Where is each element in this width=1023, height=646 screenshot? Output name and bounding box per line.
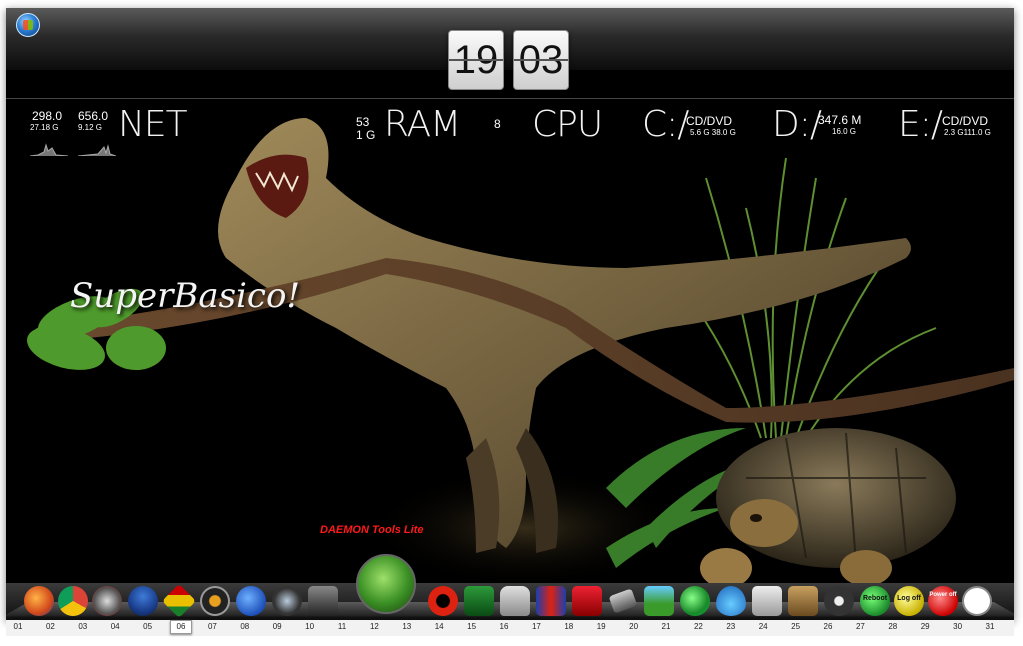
drive-c-info: 5.6 G 38.0 G bbox=[690, 128, 736, 137]
dock-number-16[interactable]: 16 bbox=[494, 622, 514, 631]
net-label: NET bbox=[118, 104, 188, 145]
dock-number-01[interactable]: 01 bbox=[8, 622, 28, 631]
net-up-total: 27.18 G bbox=[30, 123, 59, 132]
ram-label: RAM bbox=[384, 104, 461, 145]
speaker-icon[interactable] bbox=[200, 586, 230, 616]
drive-d-label: D:/ bbox=[772, 104, 822, 145]
net-down-rate: 656.0 bbox=[78, 109, 109, 123]
drive-d-info: 16.0 G bbox=[832, 127, 857, 136]
dock-number-31[interactable]: 31 bbox=[980, 622, 1000, 631]
media-icon[interactable] bbox=[92, 586, 122, 616]
net-up-rate: 298.0 bbox=[32, 109, 63, 123]
net-up-sparkline bbox=[30, 143, 68, 156]
dock-number-02[interactable]: 02 bbox=[40, 622, 60, 631]
camera-icon[interactable] bbox=[308, 586, 338, 616]
logoff-icon[interactable]: Log off bbox=[894, 586, 924, 616]
drive-e-type: CD/DVD bbox=[942, 114, 989, 128]
dock-number-10[interactable]: 10 bbox=[300, 622, 320, 631]
dock-number-07[interactable]: 07 bbox=[202, 622, 222, 631]
reboot-label: Reboot bbox=[862, 595, 888, 602]
store-icon[interactable] bbox=[572, 586, 602, 616]
reboot-icon[interactable]: Reboot bbox=[860, 586, 890, 616]
drive-c-type: CD/DVD bbox=[686, 114, 733, 128]
dock-number-11[interactable]: 11 bbox=[332, 622, 352, 631]
dock-number-29[interactable]: 29 bbox=[915, 622, 935, 631]
dock-number-08[interactable]: 08 bbox=[235, 622, 255, 631]
dock-number-12[interactable]: 12 bbox=[364, 622, 384, 631]
dock-number-21[interactable]: 21 bbox=[656, 622, 676, 631]
dock-number-19[interactable]: 19 bbox=[591, 622, 611, 631]
dock-number-30[interactable]: 30 bbox=[948, 622, 968, 631]
cube-icon[interactable] bbox=[162, 584, 196, 618]
messenger-icon[interactable] bbox=[128, 586, 158, 616]
lock-icon[interactable] bbox=[500, 586, 530, 616]
net-down-total: 9.12 G bbox=[78, 123, 103, 132]
dock-number-17[interactable]: 17 bbox=[526, 622, 546, 631]
dock-icons: Reboot Log off Power off bbox=[24, 554, 1014, 620]
dock-number-25[interactable]: 25 bbox=[786, 622, 806, 631]
network-icon[interactable] bbox=[464, 586, 494, 616]
chrome-icon[interactable] bbox=[58, 586, 88, 616]
dock-number-26[interactable]: 26 bbox=[818, 622, 838, 631]
dock-number-24[interactable]: 24 bbox=[753, 622, 773, 631]
phone-icon[interactable] bbox=[608, 588, 638, 614]
dock-number-15[interactable]: 15 bbox=[462, 622, 482, 631]
ram-total: 1 G bbox=[356, 128, 376, 142]
net-down-sparkline bbox=[78, 144, 116, 156]
clock-icon[interactable] bbox=[962, 586, 992, 616]
drive-c-label: C:/ bbox=[642, 104, 689, 145]
dock-number-09[interactable]: 09 bbox=[267, 622, 287, 631]
desktop: 19 03 SuperBasico! 298.0 656.0 27.18 G 9… bbox=[6, 8, 1014, 620]
dock-number-05[interactable]: 05 bbox=[138, 622, 158, 631]
cpu-value: 8 bbox=[494, 117, 501, 131]
dock-number-06[interactable]: 06 bbox=[170, 620, 192, 634]
dock-tooltip: DAEMON Tools Lite bbox=[320, 524, 424, 536]
windows-start-orb-icon[interactable] bbox=[16, 13, 40, 37]
water-drop-icon[interactable] bbox=[716, 586, 746, 616]
power-icon[interactable] bbox=[824, 586, 854, 616]
landscape-icon[interactable] bbox=[644, 586, 674, 616]
daemon-tools-icon[interactable] bbox=[356, 554, 416, 614]
books-icon[interactable] bbox=[536, 586, 566, 616]
play-icon[interactable] bbox=[236, 586, 266, 616]
dock-number-28[interactable]: 28 bbox=[883, 622, 903, 631]
package-icon[interactable] bbox=[788, 586, 818, 616]
drive-d-size: 347.6 M bbox=[818, 113, 862, 127]
poweroff-icon[interactable]: Power off bbox=[928, 586, 958, 616]
dock-number-04[interactable]: 04 bbox=[105, 622, 125, 631]
globe-icon[interactable] bbox=[680, 586, 710, 616]
dock-number-22[interactable]: 22 bbox=[688, 622, 708, 631]
logoff-label: Log off bbox=[897, 595, 921, 602]
poweroff-label: Power off bbox=[929, 592, 957, 598]
ccleaner-icon[interactable] bbox=[428, 586, 458, 616]
ram-value: 53 bbox=[356, 115, 370, 129]
dock-number-03[interactable]: 03 bbox=[73, 622, 93, 631]
superbasico-watermark: SuperBasico! bbox=[70, 276, 301, 316]
drive-e-info: 2.3 G111.0 G bbox=[944, 128, 991, 137]
dock-number-13[interactable]: 13 bbox=[397, 622, 417, 631]
webcam-icon[interactable] bbox=[272, 586, 302, 616]
dock-number-14[interactable]: 14 bbox=[429, 622, 449, 631]
cpu-label: CPU bbox=[532, 104, 603, 145]
dock-number-23[interactable]: 23 bbox=[721, 622, 741, 631]
firefox-icon[interactable] bbox=[24, 586, 54, 616]
dock-number-20[interactable]: 20 bbox=[624, 622, 644, 631]
dock-number-strip: 01 02 03 04 05 06 07 08 09 10 11 12 13 14 15 16 17 18 19 20… bbox=[6, 620, 1014, 636]
drive-icon[interactable] bbox=[752, 586, 782, 616]
dock-number-27[interactable]: 27 bbox=[850, 622, 870, 631]
drive-e-label: E:/ bbox=[898, 104, 943, 145]
dock-number-18[interactable]: 18 bbox=[559, 622, 579, 631]
